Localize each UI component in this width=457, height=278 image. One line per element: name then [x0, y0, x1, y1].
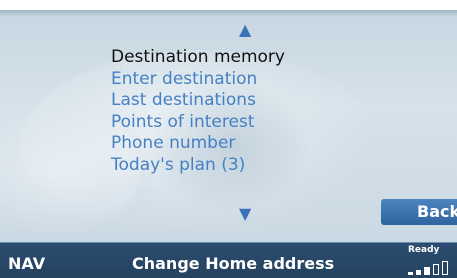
menu-item-points-of-interest[interactable]: Points of interest [111, 112, 285, 134]
menu-item-enter-destination[interactable]: Enter destination [111, 69, 285, 91]
menu-item-destination-memory[interactable]: Destination memory [111, 47, 285, 69]
menu-item-todays-plan[interactable]: Today's plan (3) [111, 155, 285, 177]
signal-bar [408, 272, 413, 275]
menu-item-phone-number[interactable]: Phone number [111, 133, 285, 155]
status-title: Change Home address [132, 254, 335, 273]
signal-bar [424, 267, 430, 275]
scroll-down-icon[interactable]: ▼ [239, 206, 251, 222]
status-bar: NAV Change Home address Ready [0, 242, 457, 278]
scroll-up-icon[interactable]: ▲ [239, 22, 251, 38]
signal-bar [442, 261, 448, 275]
top-edge-strip [0, 10, 457, 16]
signal-bar [416, 270, 421, 275]
nav-screen: ▲ Destination memory Enter destination L… [0, 10, 457, 278]
destination-menu: Destination memory Enter destination Las… [111, 47, 285, 176]
menu-item-last-destinations[interactable]: Last destinations [111, 90, 285, 112]
ready-status: Ready [408, 245, 440, 255]
signal-bar [433, 264, 439, 275]
signal-strength-icon [408, 259, 457, 275]
mode-label: NAV [8, 254, 46, 273]
back-button[interactable]: Back [381, 199, 457, 225]
